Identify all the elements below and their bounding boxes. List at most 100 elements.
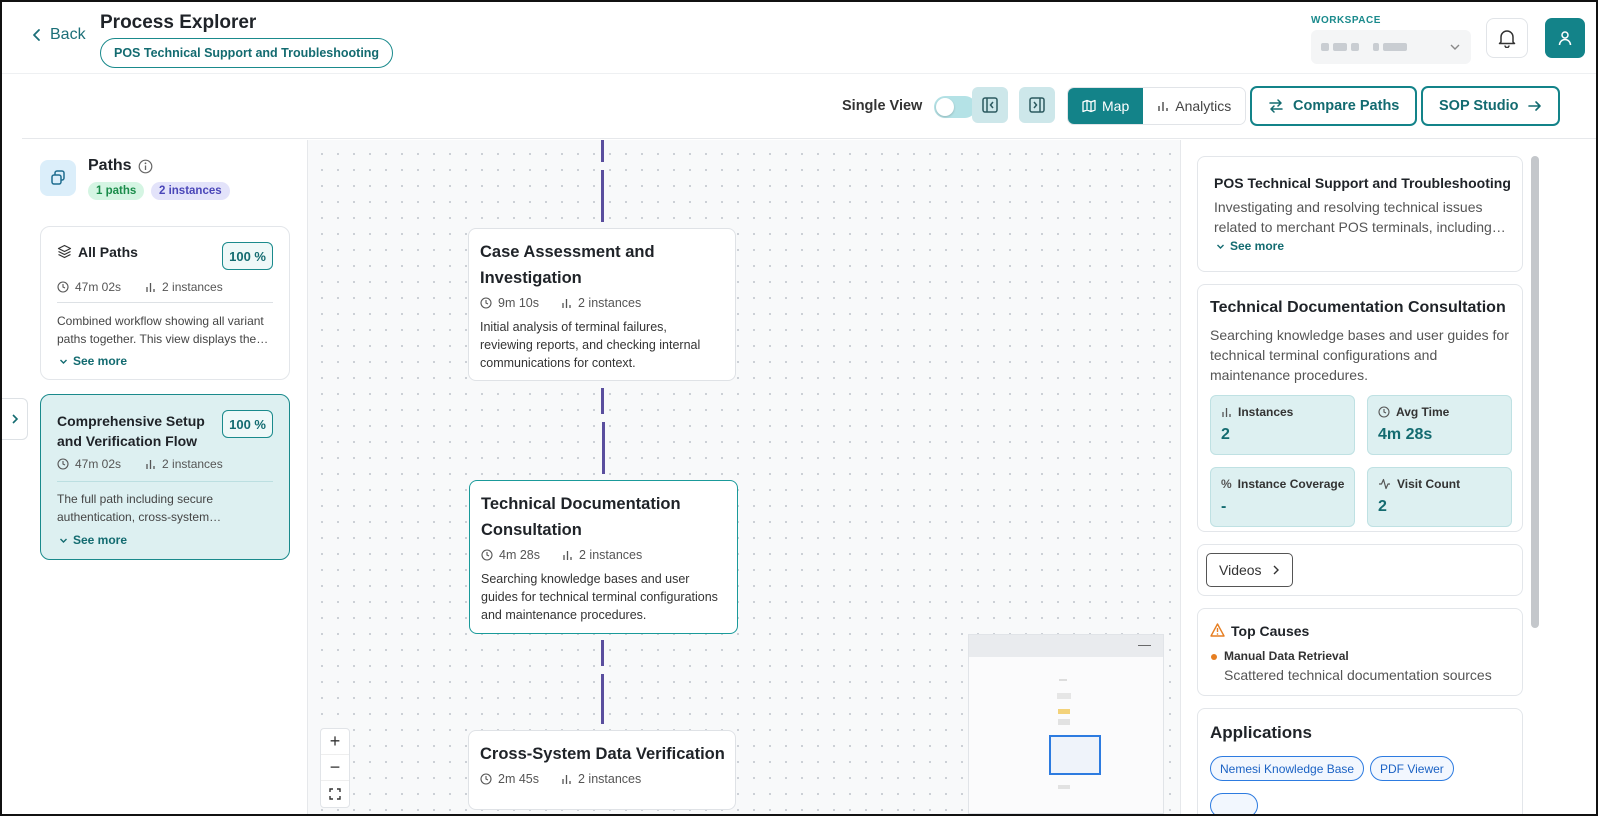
path-card-instances: 2 instances [162,457,223,471]
sop-studio-label: SOP Studio [1439,98,1519,114]
stat-label-text: Instances [1238,405,1294,419]
stat-value: 2 [1378,498,1387,515]
paths-count-badge: 1 paths [88,182,145,200]
stat-label-text: Avg Time [1396,405,1450,419]
workspace-select[interactable] [1311,30,1471,64]
stat-avg-time: Avg Time 4m 28s [1367,395,1512,455]
fit-view-button[interactable] [321,781,349,807]
node-title: Case Assessment and Investigation [480,243,655,287]
user-icon [1558,31,1572,46]
path-card-comprehensive[interactable]: Comprehensive Setup and Verification Flo… [40,394,290,560]
bar-chart-icon [146,459,155,469]
stat-visit-count: Visit Count 2 [1367,467,1512,527]
bar-chart-icon [562,774,571,784]
application-pill[interactable]: Nemesi Knowledge Base [1210,756,1365,781]
arrows-swap-icon [1269,99,1283,113]
step-details-card: Technical Documentation Consultation Sea… [1197,284,1523,532]
map-icon [1082,99,1096,113]
path-card-instances: 2 instances [162,280,223,294]
minimap-node [1058,719,1070,725]
stat-value: 2 [1221,426,1230,443]
user-avatar-button[interactable] [1545,18,1585,58]
collapse-left-panel-button[interactable] [972,87,1008,123]
chevron-down-icon [1217,244,1224,249]
videos-button[interactable]: Videos [1206,553,1293,587]
node-instances: 2 instances [578,772,642,786]
process-map-canvas[interactable]: Case Assessment and Investigation 9m 10s… [308,140,1180,814]
node-meta: 2m 45s 2 instances [480,772,641,786]
path-card-description: Combined workflow showing all variant pa… [57,314,269,346]
bar-chart-icon [1158,102,1168,111]
page-header: Back Process Explorer POS Technical Supp… [2,2,1596,74]
top-causes-card: Top Causes Manual Data Retrieval Scatter… [1197,608,1523,696]
see-more-link[interactable]: See more [1216,239,1284,253]
node-time: 9m 10s [498,296,539,310]
zoom-in-button[interactable]: + [321,729,349,755]
flow-edge [601,640,604,666]
notifications-button[interactable] [1486,18,1528,58]
minimap-collapse-button[interactable]: — [1138,637,1151,652]
process-summary-title: POS Technical Support and Troubleshootin… [1214,175,1511,191]
stat-instance-coverage: % Instance Coverage - [1210,467,1355,527]
node-instances: 2 instances [578,296,642,310]
back-button[interactable]: Back [30,26,86,44]
application-pill-partial[interactable] [1210,793,1258,814]
process-node[interactable]: Cross-System Data Verification 2m 45s 2 … [468,730,736,810]
details-scrollbar[interactable] [1531,156,1539,628]
node-description: Initial analysis of terminal failures, r… [480,320,701,370]
sop-studio-button[interactable]: SOP Studio [1421,86,1560,126]
compare-paths-label: Compare Paths [1293,98,1400,114]
stat-value: 4m 28s [1378,426,1433,443]
map-tab-label: Map [1102,98,1130,114]
analytics-tab[interactable]: Analytics [1143,88,1246,124]
flow-edge [601,388,604,414]
minimap-node [1057,693,1071,699]
toggle-knob [936,98,954,116]
process-chip[interactable]: POS Technical Support and Troubleshootin… [100,38,394,68]
node-time: 4m 28s [499,548,540,562]
see-more-label: See more [1230,239,1285,253]
flow-edge [601,170,604,222]
stat-label: Visit Count [1378,477,1460,491]
zoom-out-button[interactable]: − [321,755,349,781]
warning-icon [1210,623,1225,637]
see-more-link[interactable]: See more [59,354,127,368]
info-icon[interactable] [138,159,153,174]
layers-icon [57,244,72,259]
process-node-selected[interactable]: Technical Documentation Consultation 4m … [469,480,738,634]
see-more-link[interactable]: See more [59,533,127,547]
minimap-node [1058,785,1070,789]
details-panel: POS Technical Support and Troubleshootin… [1180,140,1596,814]
cause-dot [1211,654,1217,660]
top-causes-title: Top Causes [1231,623,1310,639]
application-pill[interactable]: PDF Viewer [1370,756,1454,781]
single-view-toggle[interactable] [934,96,976,118]
bell-icon [1498,30,1516,48]
workspace-value-redacted [1321,43,1407,51]
stat-label: % Instance Coverage [1221,477,1344,491]
path-card-all[interactable]: All Paths 100 % 47m 02s 2 instances Comb… [40,226,290,380]
compare-paths-button[interactable]: Compare Paths [1250,86,1418,126]
map-tab[interactable]: Map [1068,88,1144,124]
flow-edge [601,674,604,724]
card-divider [57,481,273,482]
collapse-right-panel-button[interactable] [1019,87,1055,123]
single-view-label: Single View [842,98,923,114]
toolbar: Single View Map Analytics Compare Paths … [22,75,1596,139]
minimap-viewport[interactable] [1049,735,1101,775]
step-description: Searching knowledge bases and user guide… [1210,327,1509,383]
expand-sidebar-button[interactable] [2,398,28,440]
zoom-controls: + − [320,728,350,808]
node-description: Searching knowledge bases and user guide… [481,572,718,622]
process-node[interactable]: Case Assessment and Investigation 9m 10s… [468,228,736,381]
path-percent-badge: 100 % [222,410,273,438]
minimap[interactable]: — [968,634,1164,814]
paths-panel: Paths 1 paths 2 instances All Paths 100 … [22,140,308,814]
workspace-label: WORKSPACE [1311,15,1381,26]
node-title: Technical Documentation Consultation [481,495,681,539]
path-card-description: The full path including secure authentic… [57,492,222,524]
node-instances: 2 instances [579,548,643,562]
path-card-title: All Paths [78,244,138,260]
bar-chart-icon [146,282,155,292]
see-more-label: See more [73,533,128,547]
